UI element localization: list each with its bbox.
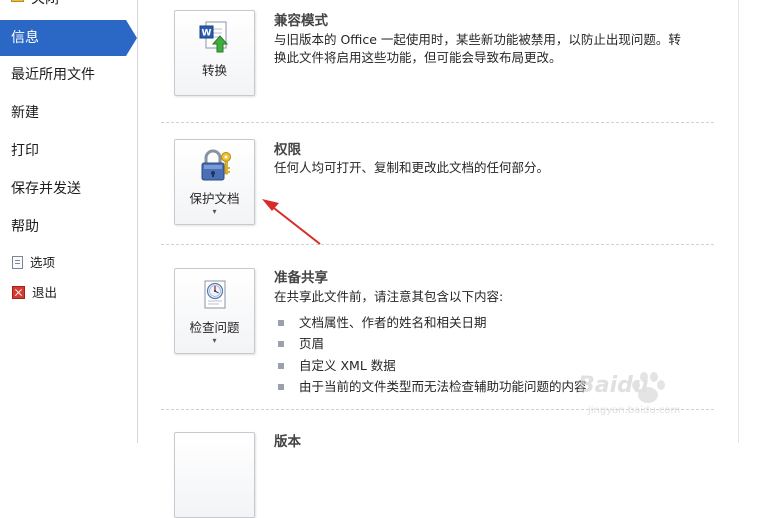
bullet-icon — [278, 384, 284, 390]
folder-icon — [11, 0, 24, 2]
check-for-issues-label: 检查问题 — [189, 320, 240, 335]
list-item: 页眉 — [278, 333, 324, 352]
section-divider — [161, 244, 714, 245]
exit-icon — [12, 286, 25, 299]
check-for-issues-button[interactable]: 检查问题 ▾ — [174, 268, 255, 354]
nav-recent[interactable]: 最近所用文件 — [0, 57, 137, 93]
convert-button-label: 转换 — [201, 63, 227, 78]
nav-print-label: 打印 — [11, 143, 39, 159]
prepare-title: 准备共享 — [274, 270, 328, 286]
lock-key-icon — [201, 149, 231, 181]
backstage-nav: 关闭 信息 最近所用文件 新建 打印 保存并发送 帮助 选项 退出 — [0, 0, 138, 443]
nav-close-label: 关闭 — [31, 0, 59, 7]
list-item-text: 页眉 — [299, 336, 325, 351]
list-item-text: 自定义 XML 数据 — [299, 358, 396, 373]
nav-info-label: 信息 — [11, 30, 39, 46]
nav-save-send-label: 保存并发送 — [11, 181, 81, 197]
nav-save-send[interactable]: 保存并发送 — [0, 171, 137, 207]
list-item: 文档属性、作者的姓名和相关日期 — [278, 312, 487, 331]
permissions-desc: 任何人均可打开、复制和更改此文档的任何部分。 — [274, 160, 550, 175]
compat-title: 兼容模式 — [274, 13, 328, 29]
nav-new[interactable]: 新建 — [0, 95, 137, 131]
nav-new-label: 新建 — [11, 105, 39, 121]
nav-help-label: 帮助 — [11, 219, 39, 235]
bullet-icon — [278, 320, 284, 326]
nav-help[interactable]: 帮助 — [0, 209, 137, 245]
list-item: 自定义 XML 数据 — [278, 355, 396, 374]
list-item-text: 由于当前的文件类型而无法检查辅助功能问题的内容 — [299, 379, 587, 394]
convert-button[interactable]: W 转换 — [174, 10, 255, 96]
prepare-desc: 在共享此文件前，请注意其包含以下内容: — [274, 289, 504, 304]
manage-versions-button[interactable] — [174, 432, 255, 518]
protect-document-label: 保护文档 — [189, 191, 240, 206]
inspect-document-icon — [204, 280, 226, 309]
nav-options-label: 选项 — [30, 255, 56, 270]
word-convert-icon: W — [199, 21, 229, 53]
list-item: 由于当前的文件类型而无法检查辅助功能问题的内容 — [278, 376, 587, 395]
list-item-text: 文档属性、作者的姓名和相关日期 — [299, 315, 487, 330]
versions-title: 版本 — [274, 434, 301, 450]
content-right-border — [738, 0, 739, 443]
nav-exit-label: 退出 — [32, 285, 58, 300]
watermark-sub: jingyan.baidu.com — [588, 405, 681, 416]
bullet-icon — [278, 341, 284, 347]
section-divider — [161, 122, 714, 123]
svg-text:W: W — [202, 29, 212, 39]
nav-recent-label: 最近所用文件 — [11, 67, 95, 83]
chevron-down-icon: ▾ — [212, 336, 217, 345]
compat-desc-line1: 与旧版本的 Office 一起使用时，某些新功能被禁用，以防止出现问题。转 — [274, 32, 681, 47]
watermark-brand: Baidu — [578, 373, 649, 398]
permissions-title: 权限 — [274, 142, 301, 158]
baidu-watermark: Baidu jingyan.baidu.com — [578, 365, 728, 425]
nav-print[interactable]: 打印 — [0, 133, 137, 169]
nav-info[interactable]: 信息 — [0, 20, 137, 56]
compat-desc-line2: 换此文件将启用这些功能，但可能会导致布局更改。 — [274, 50, 562, 65]
nav-close[interactable]: 关闭 — [0, 0, 137, 12]
chevron-down-icon: ▾ — [212, 207, 217, 216]
protect-document-button[interactable]: 保护文档 ▾ — [174, 139, 255, 225]
bullet-icon — [278, 363, 284, 369]
nav-exit[interactable]: 退出 — [0, 275, 137, 311]
options-icon — [12, 256, 23, 269]
